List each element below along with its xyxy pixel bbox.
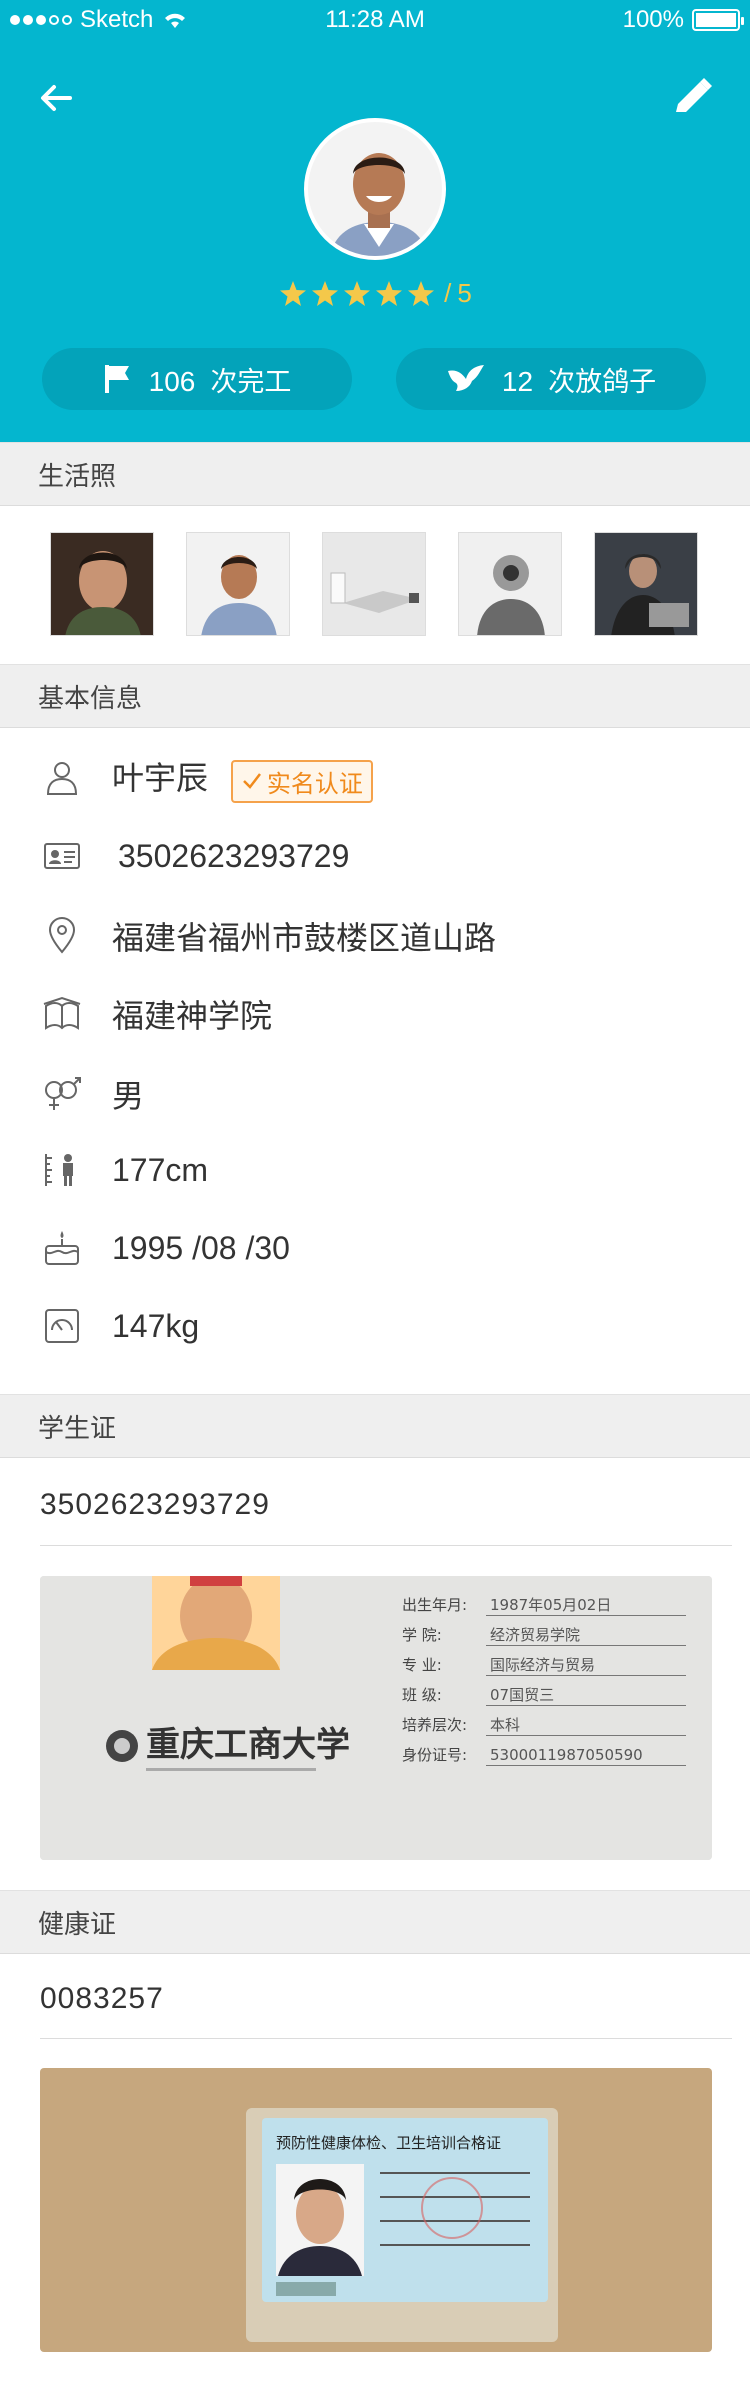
basic-info-panel: 叶宇辰 实名认证 3502623293729 福建省福州市鼓楼区道山路 福建神学… <box>0 728 750 1394</box>
info-row-height: 177cm <box>0 1142 750 1198</box>
info-row-weight: 147kg <box>0 1298 750 1354</box>
life-photo-5[interactable] <box>594 532 698 636</box>
card-field-value: 国际经济与贸易 <box>490 1656 595 1674</box>
back-button[interactable] <box>34 76 78 120</box>
health-card-divider <box>40 2038 732 2039</box>
basic-info-header: 基本信息 <box>0 664 750 728</box>
star-icon <box>408 280 435 306</box>
star-icon <box>344 280 371 306</box>
student-card-header: 学生证 <box>0 1394 750 1458</box>
back-arrow-icon <box>41 85 72 111</box>
student-card-number: 3502623293729 <box>40 1488 270 1521</box>
basic-info-title: 基本信息 <box>38 682 143 713</box>
card-field-value: 1987年05月02日 <box>490 1596 611 1614</box>
card-field-value: 5300011987050590 <box>490 1746 643 1764</box>
health-card-header-text: 预防性健康体检、卫生培训合格证 <box>276 2134 501 2152</box>
life-photo-4[interactable] <box>458 532 562 636</box>
weight: 147kg <box>112 1307 200 1344</box>
life-photo-3[interactable] <box>322 532 426 636</box>
card-school-name: 重庆工商大学 <box>146 1725 350 1764</box>
info-text-name: 叶宇辰 实名认证 <box>112 753 373 803</box>
life-photo-1[interactable] <box>50 532 154 636</box>
card-field-underline <box>486 1615 686 1616</box>
card-field-label: 学 院: <box>402 1626 442 1644</box>
profile-header: Sketch 11:28 AM 100% / 5 106 次完工 12 次放鸽子 <box>0 0 750 442</box>
completed-label: 次完工 <box>210 366 292 397</box>
location-pin-icon <box>48 917 76 954</box>
birthday-cake-icon <box>45 1231 79 1265</box>
birthday: 1995 /08 /30 <box>112 1229 290 1266</box>
life-photo-2[interactable] <box>186 532 290 636</box>
info-row-id: 3502623293729 <box>0 828 750 884</box>
card-field-label: 班 级: <box>402 1686 442 1704</box>
health-card-title: 健康证 <box>38 1908 117 1939</box>
school: 福建神学院 <box>112 998 273 1034</box>
verified-badge: 实名认证 <box>230 759 373 803</box>
pencil-icon <box>676 78 712 112</box>
person-icon <box>46 762 78 795</box>
id-card-icon <box>44 843 80 869</box>
check-icon <box>243 773 261 789</box>
card-field-value: 07国贸三 <box>490 1686 554 1704</box>
info-row-birthday: 1995 /08 /30 <box>0 1220 750 1276</box>
no-show-label: 次放鸽子 <box>548 366 657 397</box>
user-name: 叶宇辰 <box>112 760 209 797</box>
gender: 男 <box>112 1078 145 1114</box>
card-field-underline <box>486 1705 686 1706</box>
rating-separator: / <box>444 278 452 308</box>
verified-label: 实名认证 <box>266 770 363 798</box>
info-row-gender: 男 <box>0 1066 750 1122</box>
health-card-number: 0083257 <box>40 1982 164 2015</box>
edit-button[interactable] <box>668 74 716 122</box>
card-field-label: 培养层次: <box>402 1716 467 1734</box>
health-card-header: 健康证 <box>0 1890 750 1954</box>
info-row-school: 福建神学院 <box>0 986 750 1042</box>
flag-icon <box>104 365 129 393</box>
rating-max: 5 <box>457 278 472 308</box>
scale-icon <box>45 1309 79 1343</box>
student-card-panel: 3502623293729 重庆工商大学 出生年月: 1987年05月02日学 院… <box>0 1458 750 1890</box>
battery-icon <box>692 9 744 31</box>
star-icon <box>376 280 403 306</box>
height: 177cm <box>112 1151 209 1188</box>
card-field-underline <box>486 1645 686 1646</box>
gender-icon <box>45 1077 81 1110</box>
id-number: 3502623293729 <box>118 837 350 874</box>
card-field-label: 出生年月: <box>402 1596 467 1614</box>
card-field-underline <box>486 1735 686 1736</box>
student-card-divider <box>40 1545 732 1546</box>
card-field-value: 本科 <box>490 1716 520 1734</box>
card-field-value: 经济贸易学院 <box>490 1626 580 1644</box>
book-icon <box>43 996 81 1030</box>
card-field-label: 身份证号: <box>402 1746 467 1764</box>
status-bar: Sketch 11:28 AM 100% <box>0 0 750 40</box>
life-photos-panel <box>0 506 750 664</box>
battery-percent: 100% <box>622 6 684 33</box>
student-card-title: 学生证 <box>38 1412 117 1443</box>
star-icon <box>312 280 339 306</box>
no-show-count: 12 <box>501 365 534 397</box>
health-card-photo[interactable]: 预防性健康体检、卫生培训合格证 <box>40 2068 712 2352</box>
life-photos-header: 生活照 <box>0 442 750 506</box>
student-card-photo[interactable]: 重庆工商大学 出生年月: 1987年05月02日学 院: 经济贸易学院专 业: 国际经… <box>40 1576 712 1860</box>
star-icon <box>280 280 307 306</box>
info-row-name: 叶宇辰 实名认证 <box>0 750 750 806</box>
completed-jobs-pill[interactable]: 106 次完工 <box>42 348 352 410</box>
info-row-address: 福建省福州市鼓楼区道山路 <box>0 908 750 964</box>
card-field-underline <box>486 1675 686 1676</box>
no-show-pill[interactable]: 12 次放鸽子 <box>396 348 706 410</box>
card-field-label: 专 业: <box>402 1656 442 1674</box>
health-card-panel: 0083257 预防性健康体检、卫生培训合格证 <box>0 1954 750 2408</box>
life-photos-title: 生活照 <box>38 460 117 491</box>
user-avatar[interactable] <box>304 118 446 260</box>
bird-icon <box>447 365 484 391</box>
card-field-underline <box>486 1765 686 1766</box>
height-icon <box>45 1154 73 1186</box>
rating: / 5 <box>0 278 750 309</box>
address: 福建省福州市鼓楼区道山路 <box>112 920 497 956</box>
completed-count: 106 <box>148 365 196 397</box>
